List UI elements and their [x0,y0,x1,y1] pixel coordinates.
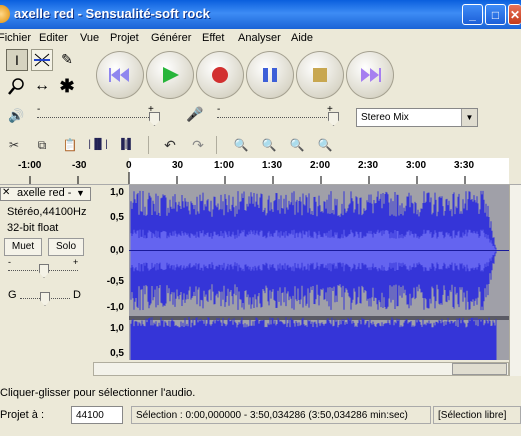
amplitude-label: 1,0 [110,187,124,198]
play-icon [163,67,179,83]
ruler-tick: 3:00 [406,160,427,171]
multi-tool-icon[interactable]: ✱ [56,76,78,98]
ruler-tick: 30 [172,160,184,171]
fast-forward-button[interactable] [346,51,394,99]
mute-button[interactable]: Muet [4,238,42,256]
stop-button[interactable] [296,51,344,99]
ruler-tick: 2:30 [358,160,379,171]
selection-readout: Sélection : 0:00,000000 - 3:50,034286 (3… [131,406,431,424]
ruler-tick: 1:30 [262,160,283,171]
trim-icon[interactable]: |▐▌| [86,134,110,156]
ruler-tick-marks [29,172,466,184]
amplitude-label: 0,0 [110,245,124,256]
envelope-icon [34,53,50,67]
menu-aide[interactable]: Aide [291,29,313,47]
vertical-scrollbar[interactable] [509,185,521,376]
pan-right-label: D [73,289,81,301]
zoom-tool-icon[interactable] [6,76,28,98]
ruler-tick: -30 [72,160,87,171]
play-button[interactable] [146,51,194,99]
record-button[interactable] [196,51,244,99]
solo-button[interactable]: Solo [48,238,84,256]
ruler-tick: 0 [126,160,132,171]
fast-forward-icon [361,68,381,82]
gain-minus: - [8,257,11,267]
menu-vue[interactable]: Vue [80,29,99,47]
track-name[interactable]: axelle red - [17,187,71,199]
amplitude-label: -1,0 [106,302,124,313]
input-minus: - [217,104,221,115]
undo-icon[interactable]: ↶ [158,134,182,156]
horizontal-scroll-thumb[interactable] [452,363,507,375]
ruler-tick: 2:00 [310,160,331,171]
project-rate-label: Projet à : [0,409,45,421]
redo-icon[interactable]: ↷ [186,134,210,156]
input-source-value: Stereo Mix [361,112,409,123]
channel-divider [129,316,509,320]
minimize-icon[interactable]: _ [462,4,483,25]
copy-icon[interactable]: ⧉ [30,134,54,156]
input-slider[interactable] [328,112,339,126]
horizontal-scrollbar[interactable] [93,362,509,376]
status-bar: Cliquer-glisser pour sélectionner l'audi… [0,387,196,399]
track-format: Stéréo,44100Hz [7,206,87,218]
menu-effet[interactable]: Effet [202,29,224,47]
fit-project-icon[interactable]: 🔍 [313,134,337,156]
ruler-tick: 1:00 [214,160,235,171]
project-rate-field[interactable]: 44100 [71,406,123,424]
paste-icon[interactable]: 📋 [58,134,82,156]
menu-editer[interactable]: Editer [39,29,68,47]
amplitude-label: -0,5 [106,276,124,287]
menu-projet[interactable]: Projet [110,29,139,47]
waveform-peak-channel-2 [130,317,497,360]
amplitude-label: 0,5 [110,212,124,223]
track-bits: 32-bit float [7,222,59,234]
track-menu-arrow[interactable]: ▼ [76,188,85,198]
cut-icon[interactable]: ✂ [2,134,26,156]
pause-button[interactable] [246,51,294,99]
amplitude-label: 1,0 [110,323,124,334]
gain-plus: + [73,257,79,267]
pan-left-label: G [8,289,17,301]
microphone-icon: 🎤 [186,106,204,122]
timeshift-tool-icon[interactable]: ↔ [31,76,53,98]
selection-tool-icon[interactable]: I [6,49,28,71]
ruler-tick: 3:30 [454,160,475,171]
waveform-canvas[interactable] [129,185,509,360]
toolbar-separator [216,136,217,154]
speaker-icon: 🔊 [8,108,25,123]
track-close-button[interactable]: ✕ [2,187,10,198]
window-title: axelle red - Sensualité-soft rock [14,6,210,21]
snap-mode[interactable]: [Sélection libre] [433,406,521,424]
zoom-in-icon[interactable]: 🔍 [229,134,253,156]
input-slider-track [217,117,339,119]
rewind-button[interactable] [96,51,144,99]
toolbar-separator [148,136,149,154]
rewind-icon [109,68,129,82]
menu-fichier[interactable]: Fichier [0,29,31,47]
envelope-tool-icon[interactable] [31,49,53,71]
fit-selection-icon[interactable]: 🔍 [285,134,309,156]
amplitude-label: 0,5 [110,348,124,359]
volume-minus: - [37,104,41,115]
maximize-icon[interactable]: □ [485,4,506,25]
zoom-icon [8,78,24,95]
input-source-select[interactable]: Stereo Mix ▼ [356,108,478,127]
ruler-tick: -1:00 [18,160,42,171]
record-icon [212,67,228,83]
pause-icon [263,68,277,82]
volume-slider-track [37,117,159,119]
stop-icon [313,68,327,82]
chevron-down-icon: ▼ [461,109,477,126]
close-icon[interactable]: ✕ [508,4,521,25]
draw-tool-icon[interactable]: ✎ [56,49,78,71]
silence-icon[interactable]: ▐|▌ [114,134,138,156]
volume-slider[interactable] [149,112,160,126]
menu-analyser[interactable]: Analyser [238,29,281,47]
menu-generer[interactable]: Générer [151,29,191,47]
zoom-out-icon[interactable]: 🔍 [257,134,281,156]
